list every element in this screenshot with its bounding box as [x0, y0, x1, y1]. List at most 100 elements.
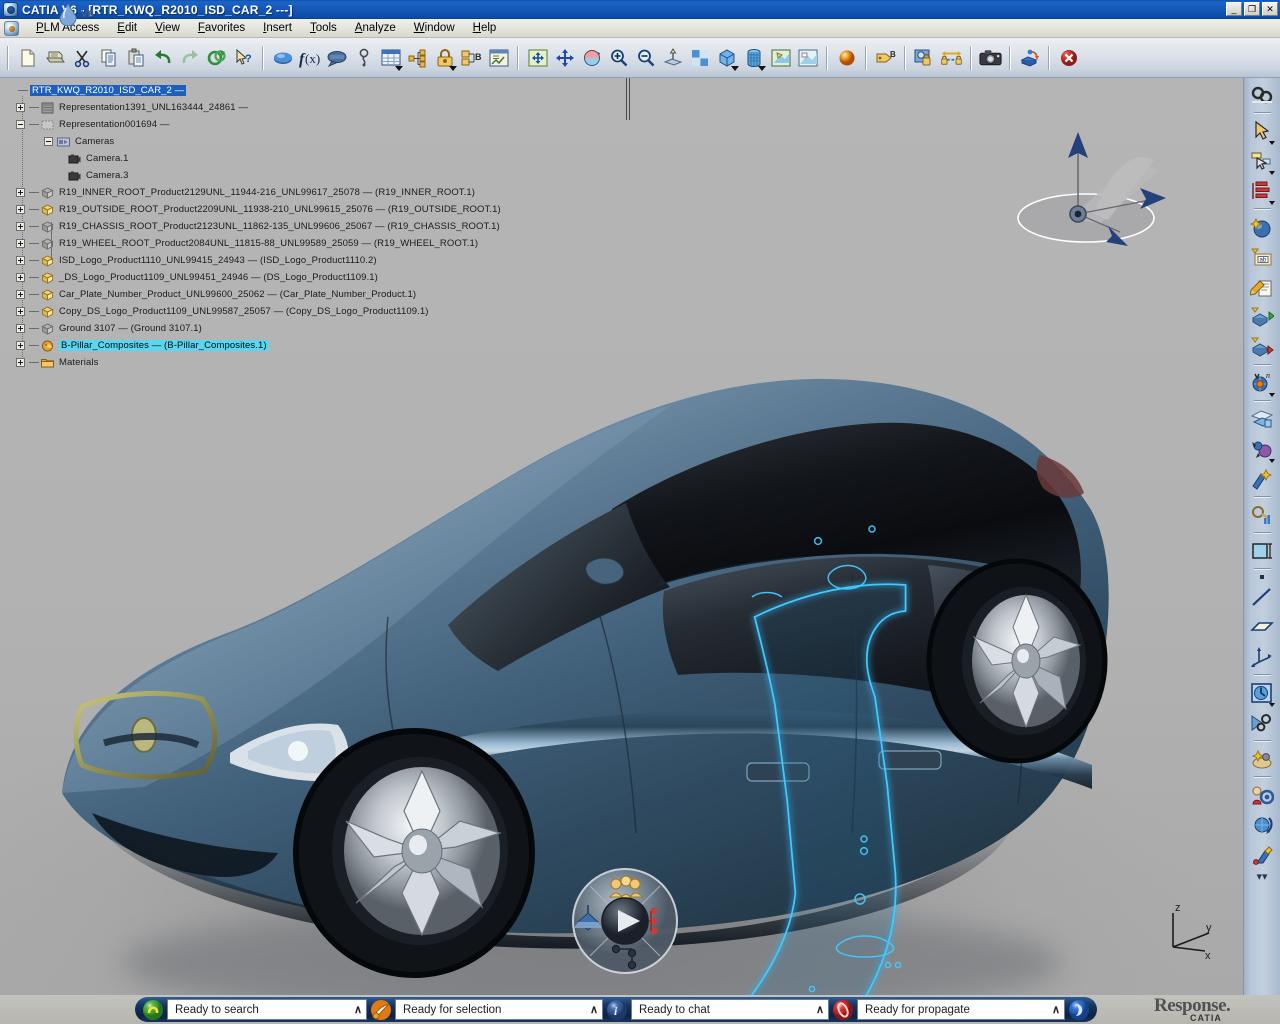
chevron-down-icon[interactable] — [731, 66, 739, 71]
collapse-minus-icon[interactable] — [16, 120, 25, 129]
redo-button[interactable] — [176, 44, 203, 71]
new-part-button[interactable] — [1247, 212, 1277, 242]
menu-help[interactable]: Help — [464, 20, 506, 36]
menu-tools[interactable]: Tools — [301, 20, 346, 36]
formula-button[interactable]: f(x) — [296, 44, 323, 71]
snapshot-button[interactable] — [977, 44, 1004, 71]
expand-plus-icon[interactable] — [16, 256, 25, 265]
select-arrow-button[interactable] — [1247, 116, 1277, 146]
text-annotation-button[interactable]: ab — [1247, 242, 1277, 272]
chevron-down-icon[interactable] — [1269, 171, 1275, 175]
expand-plus-icon[interactable] — [16, 239, 25, 248]
expand-plus-icon[interactable] — [16, 358, 25, 367]
chevron-down-icon[interactable] — [1269, 201, 1275, 205]
chat-orb-icon[interactable]: i — [606, 999, 628, 1021]
line-button[interactable] — [1247, 582, 1277, 612]
chevron-up-icon[interactable]: ∧ — [816, 1003, 824, 1016]
fit-all-in-button[interactable] — [524, 44, 551, 71]
radial-action-menu[interactable] — [568, 867, 683, 975]
undo-button[interactable] — [149, 44, 176, 71]
chevron-up-icon[interactable]: ∧ — [1052, 1003, 1060, 1016]
power-input-button[interactable]: n — [1247, 368, 1277, 398]
tree-item-root[interactable]: RTR_KWQ_R2010_ISD_CAR_2 — — [6, 82, 501, 99]
paste-button[interactable] — [122, 44, 149, 71]
bom-button[interactable]: B — [458, 44, 485, 71]
menu-analyze[interactable]: Analyze — [346, 20, 405, 36]
3d-viewport[interactable]: z y x — [0, 78, 1243, 995]
chevron-down-icon[interactable] — [1269, 459, 1275, 463]
print-button[interactable] — [41, 44, 68, 71]
tree-item-r19-chassis-root[interactable]: R19_CHASSIS_ROOT_Product2123UNL_11862-13… — [6, 218, 501, 235]
shading-mode-button[interactable] — [740, 44, 767, 71]
tree-item-ground-3107[interactable]: Ground 3107 — (Ground 3107.1) — [6, 320, 501, 337]
exit-workbench-button[interactable] — [1055, 44, 1082, 71]
tree-item-ds-logo[interactable]: _DS_Logo_Product1109_UNL99451_24946 — (D… — [6, 269, 501, 286]
tree-item-copy-ds-logo[interactable]: Copy_DS_Logo_Product1109_UNL99587_25057 … — [6, 303, 501, 320]
tree-item-car-plate-number[interactable]: Car_Plate_Number_Product_UNL99600_25062 … — [6, 286, 501, 303]
apply-material-button[interactable] — [1247, 678, 1277, 708]
bookmark-button[interactable]: B — [872, 44, 899, 71]
propagate-status-field[interactable]: Ready for propagate ∧ — [857, 999, 1065, 1020]
tree-item-b-pillar-composites[interactable]: B-Pillar_Composites — (B-Pillar_Composit… — [6, 337, 501, 354]
zoom-out-button[interactable] — [632, 44, 659, 71]
tree-item-camera-1[interactable]: Camera.1 — [6, 150, 501, 167]
menu-view[interactable]: View — [146, 20, 189, 36]
selection-status-field[interactable]: Ready for selection ∧ — [395, 999, 603, 1020]
chevron-down-icon[interactable] — [395, 66, 403, 71]
restore-button-outer[interactable]: ❐ — [1244, 2, 1260, 16]
dmu-review-button[interactable] — [1247, 500, 1277, 530]
more-tools-chevron[interactable]: ▾▾ — [1256, 872, 1267, 882]
tree-item-r19-outside-root[interactable]: R19_OUTSIDE_ROOT_Product2209UNL_11938-21… — [6, 201, 501, 218]
assembly-structure-button[interactable] — [404, 44, 431, 71]
expand-plus-icon[interactable] — [16, 307, 25, 316]
check-in-button[interactable] — [911, 44, 938, 71]
tree-item-r19-wheel-root[interactable]: R19_WHEEL_ROOT_Product2084UNL_11815-88_U… — [6, 235, 501, 252]
normal-view-button[interactable] — [659, 44, 686, 71]
zoom-in-button[interactable] — [605, 44, 632, 71]
menu-insert[interactable]: Insert — [254, 20, 301, 36]
tree-item-r19-inner-root[interactable]: R19_INNER_ROOT_Product2129UNL_11944-216_… — [6, 184, 501, 201]
expand-plus-icon[interactable] — [16, 188, 25, 197]
tree-item-materials[interactable]: Materials — [6, 354, 501, 371]
transfer-lock-button[interactable] — [938, 44, 965, 71]
chevron-down-icon[interactable] — [1269, 393, 1275, 397]
new-document-button[interactable] — [14, 44, 41, 71]
cut-button[interactable] — [68, 44, 95, 71]
chevron-down-icon[interactable] — [1269, 141, 1275, 145]
catalog-button[interactable] — [377, 44, 404, 71]
menu-window[interactable]: Window — [405, 20, 464, 36]
options-gears-button[interactable] — [1247, 80, 1277, 110]
window-controls-outer[interactable]: _ ❐ ✕ — [1226, 2, 1278, 16]
expand-plus-icon[interactable] — [16, 341, 25, 350]
specification-tree[interactable]: RTR_KWQ_R2010_ISD_CAR_2 — Representation… — [6, 82, 501, 371]
simulation-button[interactable] — [1247, 464, 1277, 494]
expand-plus-icon[interactable] — [16, 222, 25, 231]
expand-plus-icon[interactable] — [16, 324, 25, 333]
close-button-outer[interactable]: ✕ — [1262, 2, 1278, 16]
rotate-button[interactable] — [578, 44, 605, 71]
robot-button[interactable] — [1247, 840, 1277, 870]
chevron-down-icon[interactable] — [1269, 703, 1275, 707]
annotation-button[interactable] — [323, 44, 350, 71]
collapse-minus-icon[interactable] — [44, 137, 53, 146]
minimize-button-outer[interactable]: _ — [1226, 2, 1242, 16]
send-to-button[interactable] — [1016, 44, 1043, 71]
hide-show-button[interactable] — [794, 44, 821, 71]
export-button[interactable] — [1247, 332, 1277, 362]
kinematics-button[interactable] — [1247, 810, 1277, 840]
update-all-button[interactable] — [203, 44, 230, 71]
multi-view-button[interactable] — [686, 44, 713, 71]
lock-object-button[interactable] — [431, 44, 458, 71]
propagate-orb-icon[interactable] — [832, 999, 854, 1021]
plane-button[interactable] — [1247, 612, 1277, 642]
chevron-down-icon[interactable] — [758, 66, 766, 71]
tree-item-camera-3[interactable]: Camera.3 — [6, 167, 501, 184]
lighting-button[interactable] — [833, 44, 860, 71]
catia-menu-icon[interactable] — [4, 21, 19, 36]
chevron-down-icon[interactable] — [449, 66, 457, 71]
report-button[interactable] — [485, 44, 512, 71]
chat-status-field[interactable]: Ready to chat ∧ — [631, 999, 829, 1020]
blue-orb-icon[interactable] — [1068, 999, 1090, 1021]
chevron-up-icon[interactable]: ∧ — [590, 1003, 598, 1016]
axis-system-button[interactable] — [1247, 642, 1277, 672]
